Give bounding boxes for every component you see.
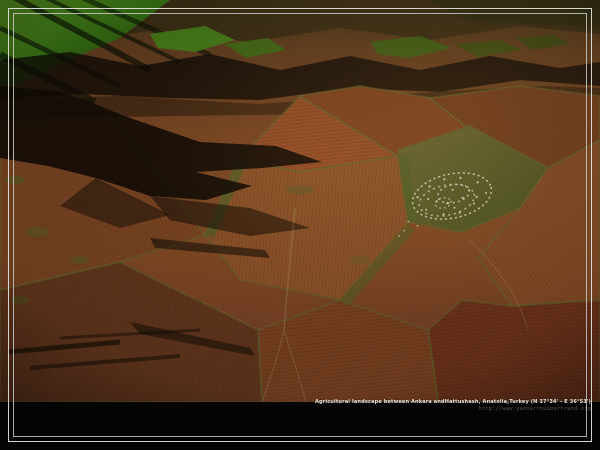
landscape-photo: [0, 0, 600, 402]
wallpaper: Agricultural landscape between Ankara an…: [0, 0, 600, 450]
grain-overlay: [0, 0, 600, 402]
photo-caption: Agricultural landscape between Ankara an…: [315, 399, 591, 405]
photo-credit-url: http://www.yannarthusbertrand.org: [478, 406, 591, 412]
landscape-photo-svg: [0, 0, 600, 402]
